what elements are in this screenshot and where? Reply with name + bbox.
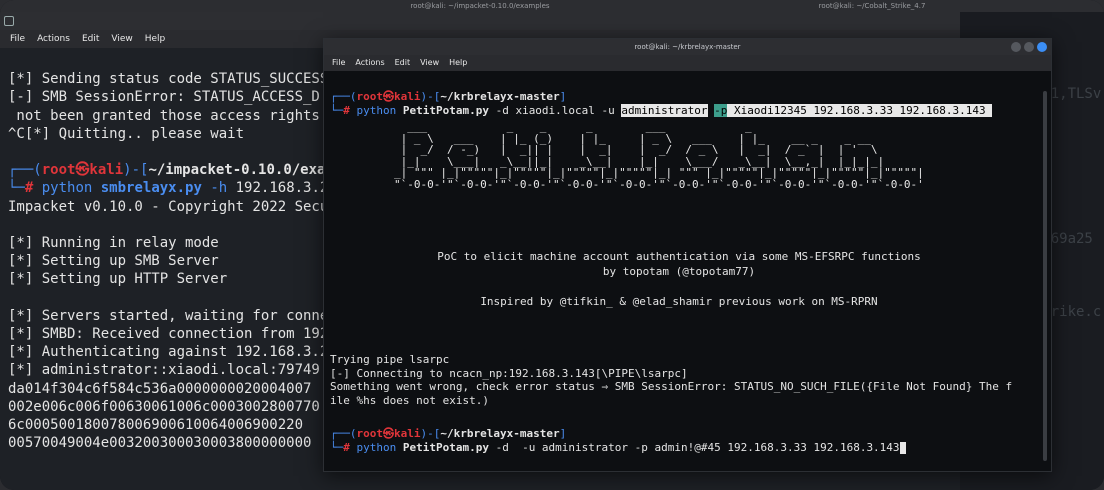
front-output-block: Trying pipe lsarpc [-] Connecting to ncac…	[330, 353, 1045, 407]
front-menubar: File Actions Edit View Help	[324, 55, 1051, 71]
credit-line: PoC to elicit machine account authentica…	[437, 250, 921, 263]
petitpotam-ascii-banner: ___ _ _ _ ___ _ | _ \ ___ | |_ (_) | |_ …	[394, 120, 924, 191]
front-terminal-window[interactable]: root@kali: ~/krbrelayx-master File Actio…	[323, 38, 1052, 472]
bg-window-title-right: root@kali: ~/Cobalt_Strike_4.7	[640, 0, 1104, 12]
back-window-titlebar[interactable]	[0, 12, 960, 30]
menu-edit[interactable]: Edit	[82, 30, 99, 48]
minimize-button[interactable]	[1011, 42, 1021, 52]
prompt-line: ┌──(root㉿kali)-[~/krbrelayx-master]	[330, 90, 567, 104]
term-line: Trying pipe lsarpc	[330, 353, 450, 366]
menu-view[interactable]: View	[111, 30, 132, 48]
prompt-line: ┌──(root㉿kali)-[~/krbrelayx-master]	[330, 427, 567, 440]
text-cursor	[899, 441, 906, 454]
term-line: [-] Connecting to ncacn_np:192.168.3.143…	[330, 366, 688, 380]
menu-view[interactable]: View	[420, 55, 439, 71]
front-prompt-2: ┌──(root㉿kali)-[~/krbrelayx-master] └─# p…	[330, 427, 1045, 454]
term-line: ile %hs does not exist.)	[330, 393, 489, 407]
credit-line: Inspired by @tifkin_ & @elad_shamir prev…	[480, 295, 878, 308]
menu-file[interactable]: File	[332, 55, 345, 71]
terminal-icon	[4, 16, 14, 26]
menu-help[interactable]: Help	[145, 30, 166, 48]
term-line	[958, 12, 1104, 30]
menu-help[interactable]: Help	[449, 55, 467, 71]
menu-file[interactable]: File	[10, 30, 25, 48]
menu-edit[interactable]: Edit	[395, 55, 411, 71]
menu-actions[interactable]: Actions	[355, 55, 384, 71]
front-window-title: root@kali: ~/krbrelayx-master	[634, 43, 741, 51]
close-button[interactable]	[1037, 42, 1047, 52]
command-line: └─# python PetitPotam.py -d xiaodi.local…	[330, 103, 993, 117]
desktop: root@kali: ~/impacket-0.10.0/examples ro…	[0, 0, 1104, 490]
menu-actions[interactable]: Actions	[37, 30, 70, 48]
front-window-titlebar[interactable]: root@kali: ~/krbrelayx-master	[324, 39, 1051, 55]
credit-line: by topotam (@topotam77)	[602, 265, 756, 278]
maximize-button[interactable]	[1024, 42, 1034, 52]
term-line: Something went wrong, check error status…	[330, 380, 1013, 393]
command-line-input[interactable]: └─# python PetitPotam.py -d -u administr…	[330, 441, 1045, 455]
